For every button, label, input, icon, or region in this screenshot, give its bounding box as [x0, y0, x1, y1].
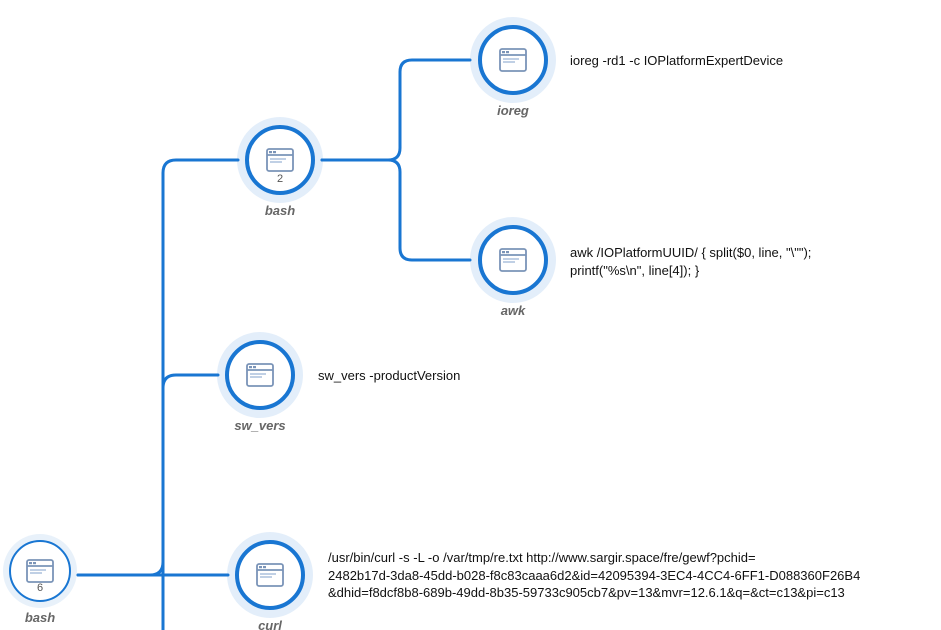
edge-layer	[0, 0, 941, 630]
window-icon	[499, 48, 527, 72]
node-label: ioreg	[497, 103, 529, 118]
window-icon	[266, 148, 294, 172]
node-sw-vers[interactable]: sw_vers	[220, 340, 300, 433]
ring	[225, 340, 295, 410]
window-icon	[26, 559, 54, 583]
node-curl[interactable]: curl	[230, 540, 310, 630]
node-awk[interactable]: awk	[473, 225, 553, 318]
node-badge: 2	[277, 174, 283, 185]
edge-bashmid-ioreg	[322, 60, 470, 160]
node-label: sw_vers	[234, 418, 285, 433]
ring	[478, 225, 548, 295]
edge-bashroot-swvers	[163, 375, 218, 575]
ring: 2	[245, 125, 315, 195]
node-label: bash	[25, 610, 55, 625]
node-badge: 6	[37, 583, 43, 594]
ring	[478, 25, 548, 95]
window-icon	[256, 563, 284, 587]
edge-bashmid-awk	[322, 160, 470, 260]
node-bash-root[interactable]: 6 bash	[0, 540, 80, 625]
node-label: curl	[258, 618, 282, 630]
node-label: bash	[265, 203, 295, 218]
detail-ioreg: ioreg -rd1 -c IOPlatformExpertDevice	[570, 52, 783, 70]
detail-sw-vers: sw_vers -productVersion	[318, 367, 460, 385]
window-icon	[499, 248, 527, 272]
detail-awk: awk /IOPlatformUUID/ { split($0, line, "…	[570, 244, 811, 279]
node-label: awk	[501, 303, 526, 318]
edge-bashroot-bashmid	[78, 160, 238, 575]
detail-curl: /usr/bin/curl -s -L -o /var/tmp/re.txt h…	[328, 549, 860, 602]
ring: 6	[9, 540, 71, 602]
node-bash-mid[interactable]: 2 bash	[240, 125, 320, 218]
window-icon	[246, 363, 274, 387]
ring	[235, 540, 305, 610]
node-ioreg[interactable]: ioreg	[473, 25, 553, 118]
